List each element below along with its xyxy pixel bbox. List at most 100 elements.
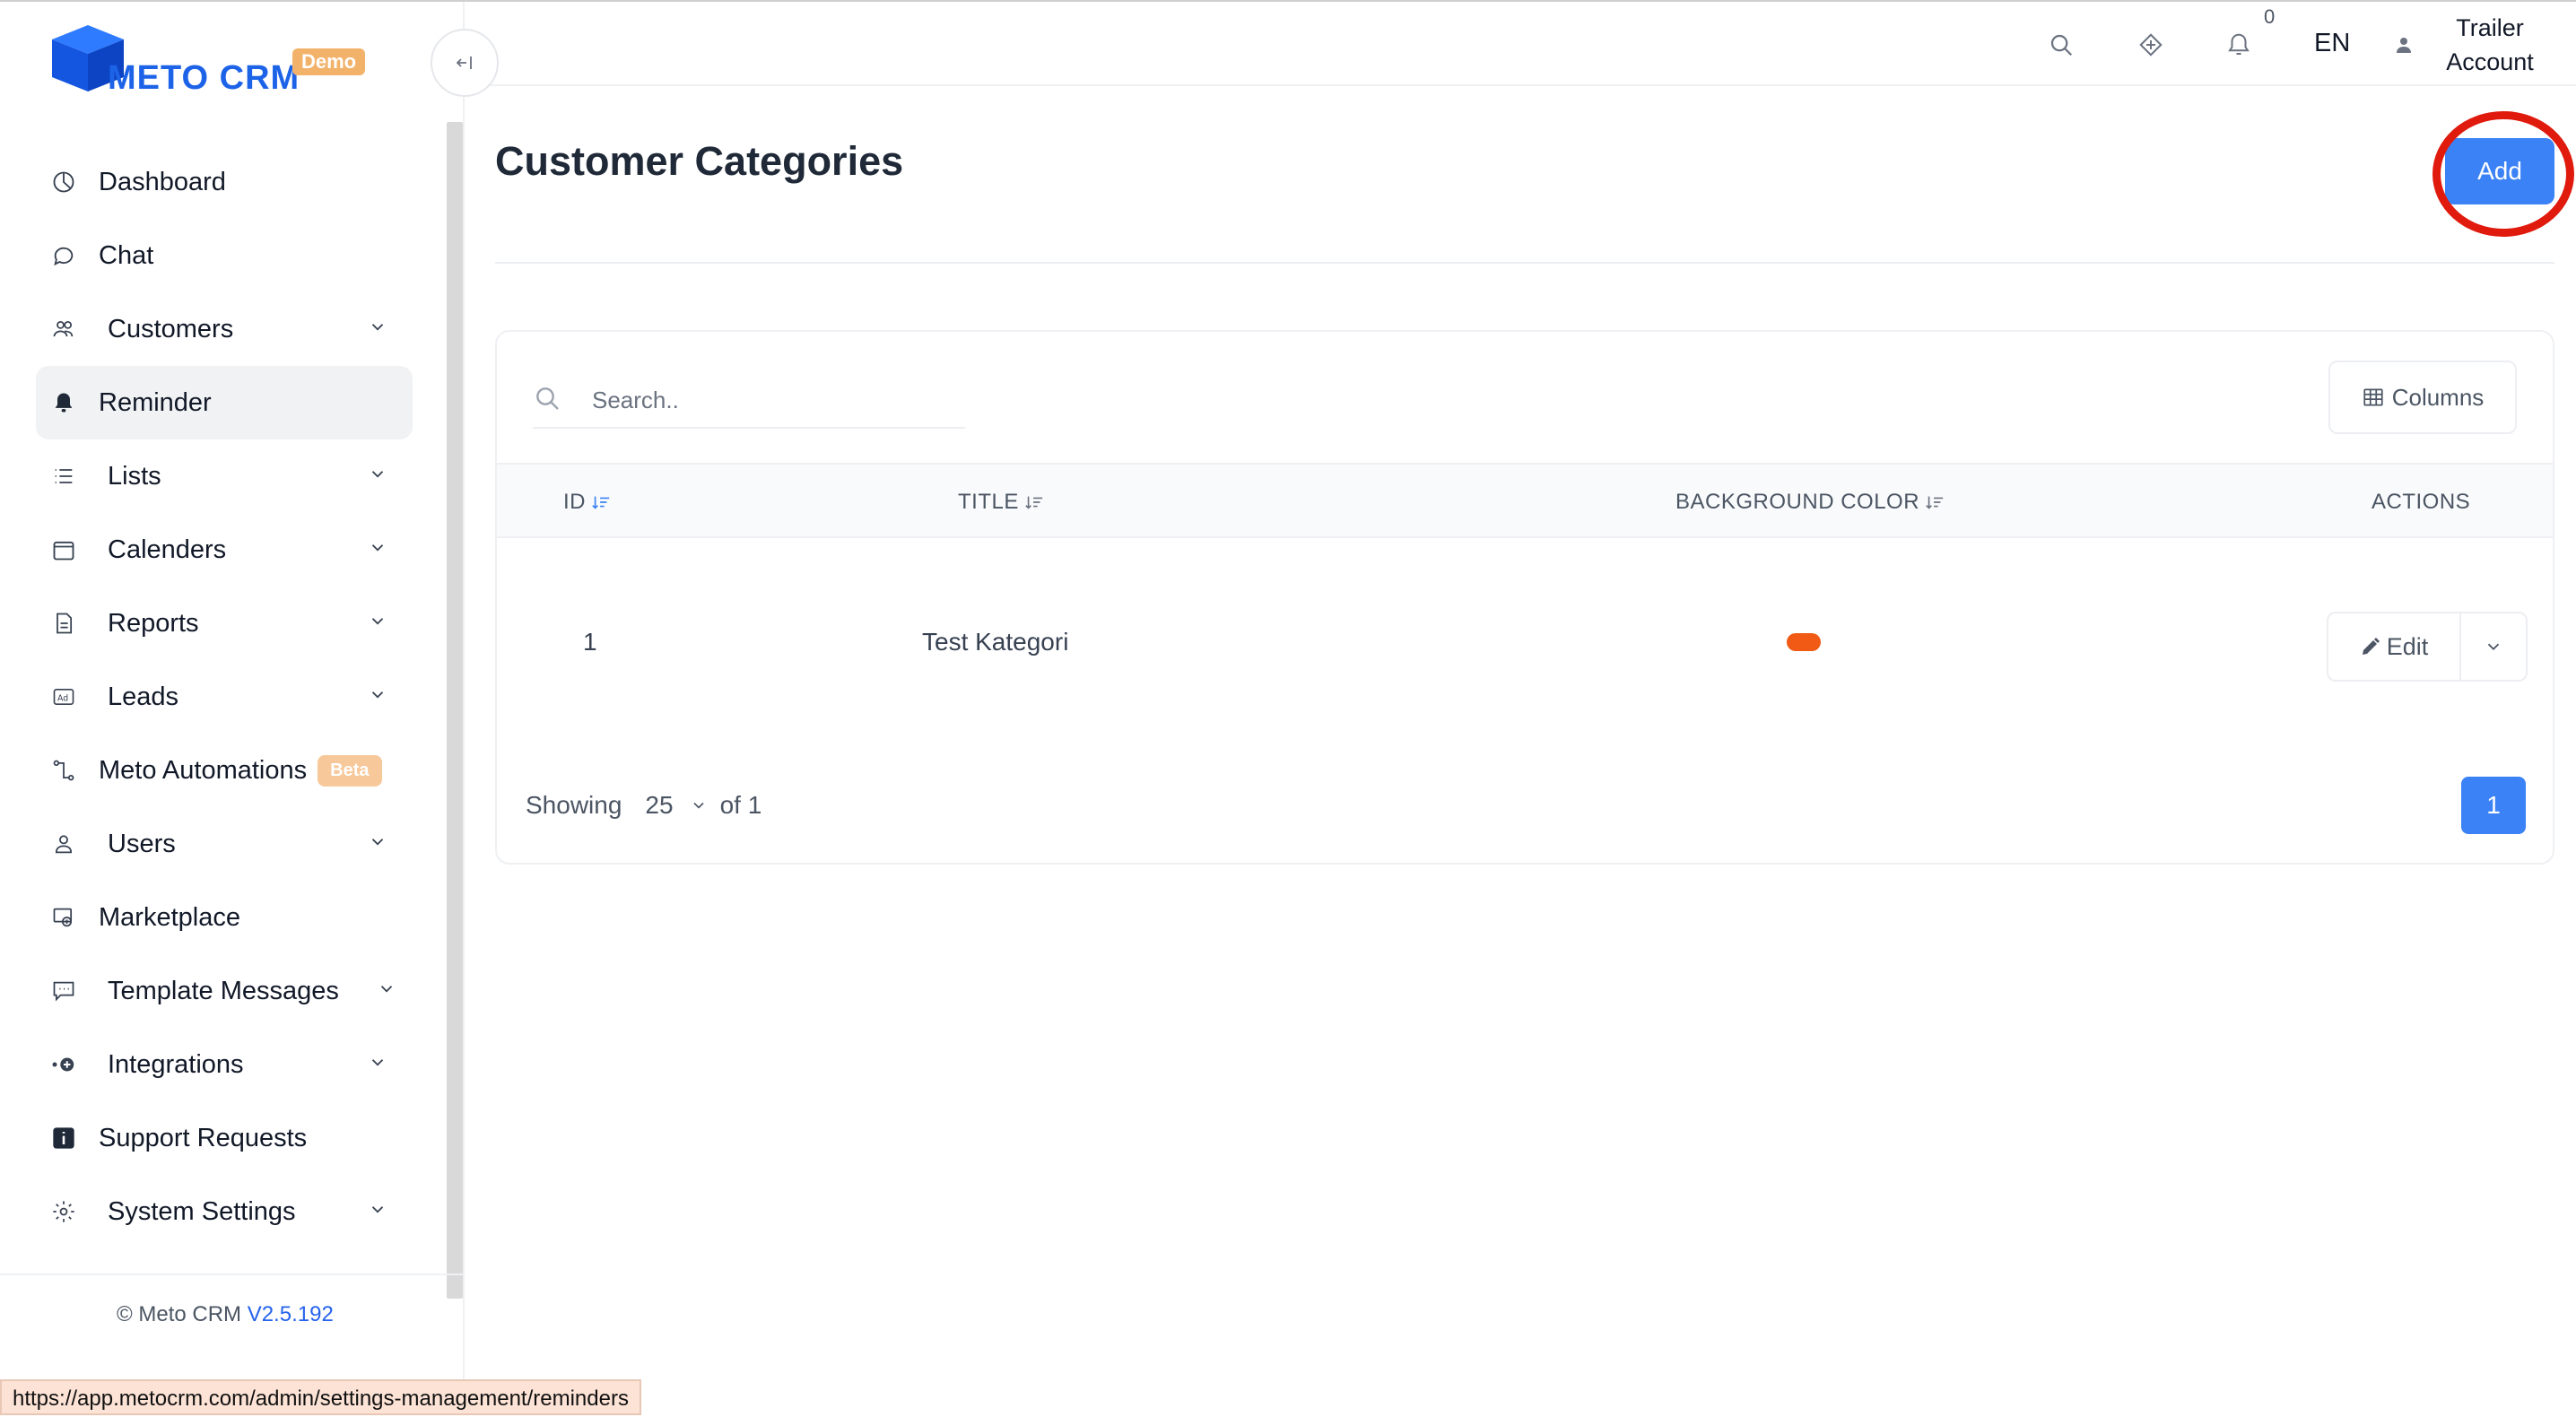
sort-icon bbox=[1025, 496, 1043, 509]
notification-bell-icon[interactable] bbox=[2223, 29, 2255, 61]
sidebar-item-label: Support Requests bbox=[99, 1123, 308, 1152]
pagination-info: Showing 25 of 1 bbox=[526, 791, 761, 820]
columns-button[interactable]: Columns bbox=[2328, 361, 2517, 434]
sidebar-item-label: Meto Automations bbox=[99, 755, 308, 785]
sidebar-item-leads[interactable]: Ad Leads bbox=[36, 660, 413, 734]
brand-logo[interactable]: METO CRM Demo bbox=[48, 22, 371, 102]
version-link[interactable]: V2.5.192 bbox=[248, 1302, 334, 1326]
page-size-value: 25 bbox=[645, 791, 674, 819]
sidebar-item-customers[interactable]: Customers bbox=[36, 292, 413, 366]
chevron-down-icon bbox=[368, 685, 387, 709]
user-name: Trailer Account bbox=[2427, 11, 2553, 79]
sidebar-item-label: Lists bbox=[108, 461, 161, 491]
columns-label: Columns bbox=[2391, 383, 2485, 411]
svg-text:Ad: Ad bbox=[57, 694, 68, 704]
sidebar-collapse-button[interactable] bbox=[431, 29, 499, 97]
cell-id: 1 bbox=[583, 628, 597, 656]
beta-badge: Beta bbox=[318, 754, 382, 787]
sidebar-item-label: Reports bbox=[108, 608, 199, 638]
pencil-icon bbox=[2362, 638, 2380, 655]
sidebar-item-meto-automations[interactable]: Meto Automations Beta bbox=[36, 734, 413, 807]
search-bar bbox=[533, 375, 965, 429]
sidebar-item-label: Reminder bbox=[99, 387, 212, 417]
pie-chart-icon bbox=[50, 169, 77, 196]
column-header-label: BACKGROUND COLOR bbox=[1675, 490, 1920, 514]
column-header-title[interactable]: TITLE bbox=[958, 490, 1044, 515]
sidebar-item-system-settings[interactable]: System Settings bbox=[36, 1175, 413, 1248]
sidebar-scrollbar[interactable] bbox=[447, 122, 463, 1299]
calendar-icon bbox=[50, 536, 77, 563]
brand-name: METO CRM bbox=[108, 59, 300, 97]
sidebar-item-support-requests[interactable]: Support Requests bbox=[36, 1101, 413, 1175]
user-name-line2: Account bbox=[2446, 48, 2534, 75]
search-icon bbox=[533, 384, 561, 417]
sidebar-item-reports[interactable]: Reports bbox=[36, 587, 413, 660]
diamond-icon[interactable] bbox=[2135, 29, 2167, 61]
table-grid-icon bbox=[2363, 388, 2383, 406]
column-header-background-color[interactable]: BACKGROUND COLOR bbox=[1675, 490, 1945, 515]
sort-icon bbox=[1926, 496, 1944, 509]
column-header-label: TITLE bbox=[958, 490, 1019, 514]
info-icon bbox=[50, 1125, 77, 1152]
page-count-label: of 1 bbox=[719, 791, 762, 819]
chat-bubble-icon bbox=[50, 242, 77, 269]
sidebar-item-label: Integrations bbox=[108, 1049, 244, 1079]
user-menu[interactable]: Trailer Account bbox=[2393, 11, 2572, 79]
cell-color-swatch bbox=[1787, 633, 1821, 651]
row-actions: Edit bbox=[2327, 612, 2528, 682]
sidebar-item-integrations[interactable]: Integrations bbox=[36, 1028, 413, 1101]
list-icon bbox=[50, 463, 77, 490]
collapse-left-icon bbox=[456, 57, 472, 69]
search-icon[interactable] bbox=[2045, 29, 2077, 61]
gear-icon bbox=[50, 1198, 77, 1225]
page-size-select[interactable]: 25 bbox=[645, 791, 707, 820]
ad-icon: Ad bbox=[50, 683, 77, 710]
add-button[interactable]: Add bbox=[2445, 138, 2554, 204]
sidebar-item-label: Users bbox=[108, 829, 176, 858]
sidebar-item-label: Template Messages bbox=[108, 976, 339, 1005]
sidebar-item-calenders[interactable]: Calenders bbox=[36, 513, 413, 587]
user-icon bbox=[2393, 34, 2415, 60]
chevron-down-icon bbox=[368, 538, 387, 562]
column-header-actions: ACTIONS bbox=[2371, 490, 2470, 515]
sort-icon bbox=[592, 496, 610, 509]
demo-badge: Demo bbox=[292, 48, 366, 75]
store-icon bbox=[50, 904, 77, 931]
sidebar-item-label: Customers bbox=[108, 314, 234, 343]
sidebar-item-label: Marketplace bbox=[99, 902, 240, 932]
sidebar-item-reminder[interactable]: Reminder bbox=[36, 366, 413, 439]
edit-button[interactable]: Edit bbox=[2328, 613, 2461, 680]
page-button-current[interactable]: 1 bbox=[2461, 777, 2526, 834]
cell-title: Test Kategori bbox=[922, 628, 1069, 656]
column-header-id[interactable]: ID bbox=[563, 490, 611, 515]
column-header-label: ID bbox=[563, 490, 586, 514]
sidebar-item-template-messages[interactable]: Template Messages bbox=[36, 954, 413, 1028]
sidebar-item-lists[interactable]: Lists bbox=[36, 439, 413, 513]
chevron-down-icon bbox=[377, 979, 396, 1004]
search-input[interactable] bbox=[590, 380, 949, 420]
user-name-line1: Trailer bbox=[2456, 14, 2524, 41]
row-actions-dropdown[interactable] bbox=[2461, 613, 2526, 680]
flow-icon bbox=[50, 757, 77, 784]
top-header: 0 EN Trailer Account bbox=[465, 2, 2576, 86]
message-template-icon bbox=[50, 978, 77, 1004]
chevron-down-icon bbox=[368, 1200, 387, 1224]
sidebar-item-label: Dashboard bbox=[99, 167, 226, 196]
chevron-down-icon bbox=[368, 832, 387, 856]
edit-label: Edit bbox=[2386, 632, 2429, 660]
copyright-text: © Meto CRM bbox=[117, 1302, 242, 1326]
table-header: ID TITLE BACKGROUND COLOR ACTIONS bbox=[497, 463, 2553, 538]
sidebar-item-marketplace[interactable]: Marketplace bbox=[36, 881, 413, 954]
chevron-down-icon bbox=[368, 317, 387, 342]
sidebar-item-label: Leads bbox=[108, 682, 179, 711]
sidebar-item-dashboard[interactable]: Dashboard bbox=[36, 145, 413, 219]
sidebar-item-label: Calenders bbox=[108, 535, 227, 564]
sidebar-item-users[interactable]: Users bbox=[36, 807, 413, 881]
chevron-down-icon bbox=[2487, 643, 2500, 651]
title-divider bbox=[495, 262, 2554, 264]
sidebar-item-label: System Settings bbox=[108, 1196, 296, 1226]
user-icon bbox=[50, 830, 77, 857]
sidebar-item-chat[interactable]: Chat bbox=[36, 219, 413, 292]
language-selector[interactable]: EN bbox=[2314, 29, 2350, 58]
showing-label: Showing bbox=[526, 791, 622, 819]
